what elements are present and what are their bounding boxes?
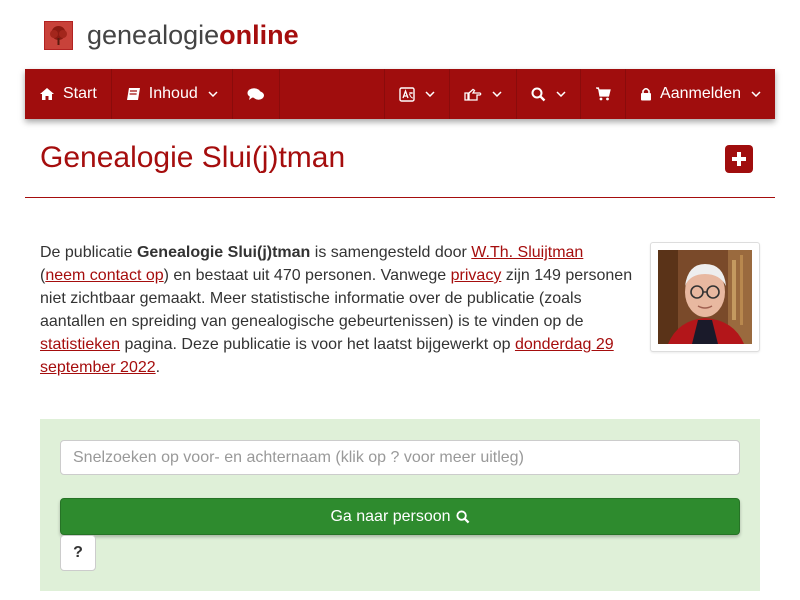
nav-aanmelden-label: Aanmelden bbox=[660, 85, 741, 102]
nav-inhoud-label: Inhoud bbox=[148, 85, 198, 102]
intro-text: is samengesteld door bbox=[310, 244, 472, 261]
brand-part2: online bbox=[219, 19, 299, 50]
go-to-person-button[interactable]: Ga naar persoon bbox=[60, 498, 740, 535]
nav-point[interactable] bbox=[450, 69, 518, 119]
language-icon bbox=[399, 86, 415, 102]
nav-start[interactable]: Start bbox=[25, 69, 112, 119]
add-button[interactable] bbox=[725, 145, 753, 173]
chevron-down-icon bbox=[556, 91, 566, 97]
nav-chat[interactable] bbox=[233, 69, 280, 119]
contact-link[interactable]: neem contact op bbox=[45, 267, 163, 284]
nav-language[interactable] bbox=[385, 69, 451, 119]
nav-spacer bbox=[280, 69, 386, 119]
quick-search-panel: Snelzoeken op voor- en achternaam (klik … bbox=[40, 419, 760, 591]
statistics-link[interactable]: statistieken bbox=[40, 336, 120, 353]
chevron-down-icon bbox=[751, 91, 761, 97]
chevron-down-icon bbox=[208, 91, 218, 97]
main-navbar: Start Inhoud Aanmelden bbox=[25, 69, 775, 119]
publication-name: Genealogie Slui(j)tman bbox=[136, 244, 311, 261]
author-link[interactable]: W.Th. Sluijtman bbox=[471, 244, 583, 261]
page-title: Genealogie Slui(j)tman bbox=[40, 141, 346, 174]
search-icon bbox=[451, 509, 470, 524]
intro-text: pagina. Deze publicatie is voor het laat… bbox=[120, 336, 515, 353]
privacy-link[interactable]: privacy bbox=[451, 267, 502, 284]
book-icon bbox=[126, 87, 141, 101]
home-icon bbox=[39, 87, 55, 101]
author-photo bbox=[650, 242, 760, 352]
chevron-down-icon bbox=[492, 91, 502, 97]
quick-search-input[interactable]: Snelzoeken op voor- en achternaam (klik … bbox=[60, 440, 740, 475]
nav-aanmelden[interactable]: Aanmelden bbox=[626, 69, 775, 119]
title-divider bbox=[25, 197, 775, 198]
chevron-down-icon bbox=[425, 91, 435, 97]
search-icon bbox=[531, 87, 546, 102]
site-logo[interactable]: genealogieonline bbox=[44, 20, 299, 50]
nav-cart[interactable] bbox=[581, 69, 627, 119]
publication-description: De publicatie Genealogie Slui(j)tman is … bbox=[40, 241, 640, 379]
lock-icon bbox=[640, 87, 652, 101]
brand-part1: genealogie bbox=[87, 19, 220, 50]
tree-logo-icon bbox=[44, 20, 73, 50]
author-portrait-image bbox=[658, 250, 752, 344]
plus-icon bbox=[730, 150, 748, 168]
intro-text: ) en bestaat uit 470 personen. Vanwege bbox=[163, 267, 451, 284]
nav-search[interactable] bbox=[517, 69, 582, 119]
intro-text: De publicatie bbox=[40, 244, 137, 261]
nav-start-label: Start bbox=[63, 85, 97, 102]
help-button[interactable]: ? bbox=[60, 535, 96, 571]
search-placeholder: Snelzoeken op voor- en achternaam (klik … bbox=[73, 448, 524, 466]
intro-text: . bbox=[155, 359, 161, 376]
shopping-cart-icon bbox=[595, 87, 611, 101]
hand-pointing-icon bbox=[464, 88, 482, 101]
go-button-label: Ga naar persoon bbox=[330, 507, 451, 525]
nav-inhoud[interactable]: Inhoud bbox=[112, 69, 233, 119]
site-name: genealogieonline bbox=[87, 20, 299, 51]
comments-icon bbox=[247, 87, 265, 101]
